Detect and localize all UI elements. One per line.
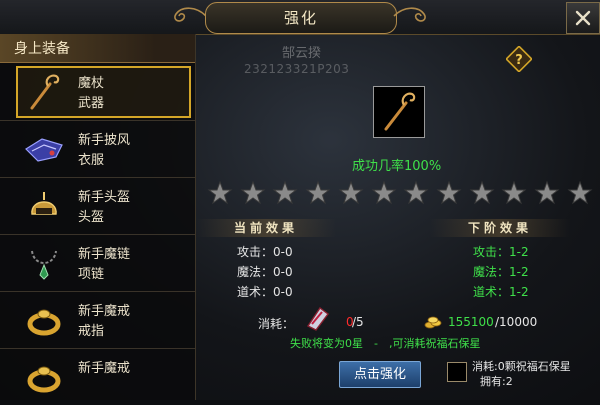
equip-item-staff[interactable]: 魔杖 武器: [0, 64, 195, 121]
bless-stone-cost: 消耗:0颗祝福石保星: [472, 360, 571, 373]
next-effect-title: 下阶效果: [430, 219, 570, 237]
enhance-stone-icon: [306, 306, 329, 331]
equip-type: 项链: [78, 267, 105, 282]
ornament-right-icon: [393, 7, 426, 22]
equip-name: 新手披风: [78, 133, 131, 148]
star-empty-icon: [371, 180, 397, 205]
player-id: 232123321P203: [244, 62, 350, 76]
equip-name: 新手魔链: [78, 247, 131, 262]
close-button[interactable]: [566, 2, 600, 34]
star-empty-icon: [305, 180, 331, 205]
staff-icon: [384, 92, 416, 131]
equip-type: 头盔: [78, 210, 105, 225]
equipped-header: 身上装备: [0, 34, 195, 63]
current-attack: 攻击：0-0: [237, 245, 293, 259]
next-magic: 魔法：1-2: [473, 265, 529, 279]
gold-need: /10000: [495, 315, 538, 329]
star-empty-icon: [501, 180, 527, 205]
star-empty-icon: [207, 180, 233, 205]
ring-icon: [27, 366, 61, 393]
title-bar: 强化: [0, 0, 600, 35]
current-effect-title: 当前效果: [196, 219, 336, 237]
bless-stone-owned: 拥有:2: [480, 375, 513, 388]
next-attack: 攻击：1-2: [473, 245, 529, 259]
star-empty-icon: [338, 180, 364, 205]
ornament-left-icon: [174, 7, 207, 22]
necklace-icon: [31, 250, 57, 280]
bless-stone-checkbox[interactable]: [447, 362, 467, 382]
equip-name: 魔杖: [78, 76, 105, 91]
star-empty-icon: [436, 180, 462, 205]
equip-type: 衣服: [78, 153, 105, 168]
player-name: 郜云揆: [282, 46, 322, 61]
star-empty-icon: [272, 180, 298, 205]
equip-type: 戒指: [78, 324, 105, 339]
equip-name: 新手魔戒: [78, 304, 131, 319]
current-taoism: 道术：0-0: [237, 285, 293, 299]
gold-icon: [424, 316, 442, 329]
equipped-panel: 身上装备 魔杖 武器 新手披风 衣服 新手头盔 头盔 新手魔链 项链 新手魔戒 …: [0, 34, 196, 400]
equip-item-ring-2[interactable]: 新手魔戒: [0, 349, 195, 405]
equip-name: 新手魔戒: [78, 361, 131, 376]
cost-label: 消耗：: [258, 317, 295, 331]
svg-text:?: ?: [515, 53, 523, 68]
helmet-icon: [31, 192, 57, 215]
star-empty-icon: [469, 180, 495, 205]
stone-need: /5: [352, 315, 364, 329]
star-empty-icon: [534, 180, 560, 205]
equip-type: 武器: [78, 96, 105, 111]
current-magic: 魔法：0-0: [237, 265, 293, 279]
equip-item-cloak[interactable]: 新手披风 衣服: [0, 121, 195, 178]
help-icon[interactable]: ?: [506, 46, 532, 72]
equipped-header-label: 身上装备: [14, 41, 70, 57]
star-empty-icon: [567, 180, 593, 205]
success-rate: 成功几率100%: [352, 159, 442, 174]
enhance-button[interactable]: 点击强化: [339, 361, 421, 388]
equip-item-necklace[interactable]: 新手魔链 项链: [0, 235, 195, 292]
cloak-icon: [25, 138, 63, 162]
equip-item-ring[interactable]: 新手魔戒 戒指: [0, 292, 195, 349]
enhance-window: 强化 身上装备 魔杖 武器 新手披风 衣服 新手头盔 头盔 新手魔链 项链 新手…: [0, 0, 600, 400]
target-item-slot[interactable]: [373, 86, 425, 138]
equip-name: 新手头盔: [78, 190, 131, 205]
star-row: [207, 180, 593, 206]
ring-icon: [27, 309, 61, 336]
fail-note: 失败将变为0星 - ,可消耗祝福石保星: [290, 337, 481, 350]
window-title: 强化: [205, 2, 397, 34]
next-taoism: 道术：1-2: [473, 285, 529, 299]
star-empty-icon: [403, 180, 429, 205]
close-icon: [575, 10, 591, 26]
staff-icon: [30, 74, 60, 110]
star-empty-icon: [240, 180, 266, 205]
equip-item-helmet[interactable]: 新手头盔 头盔: [0, 178, 195, 235]
gold-have: 155100: [448, 315, 494, 329]
